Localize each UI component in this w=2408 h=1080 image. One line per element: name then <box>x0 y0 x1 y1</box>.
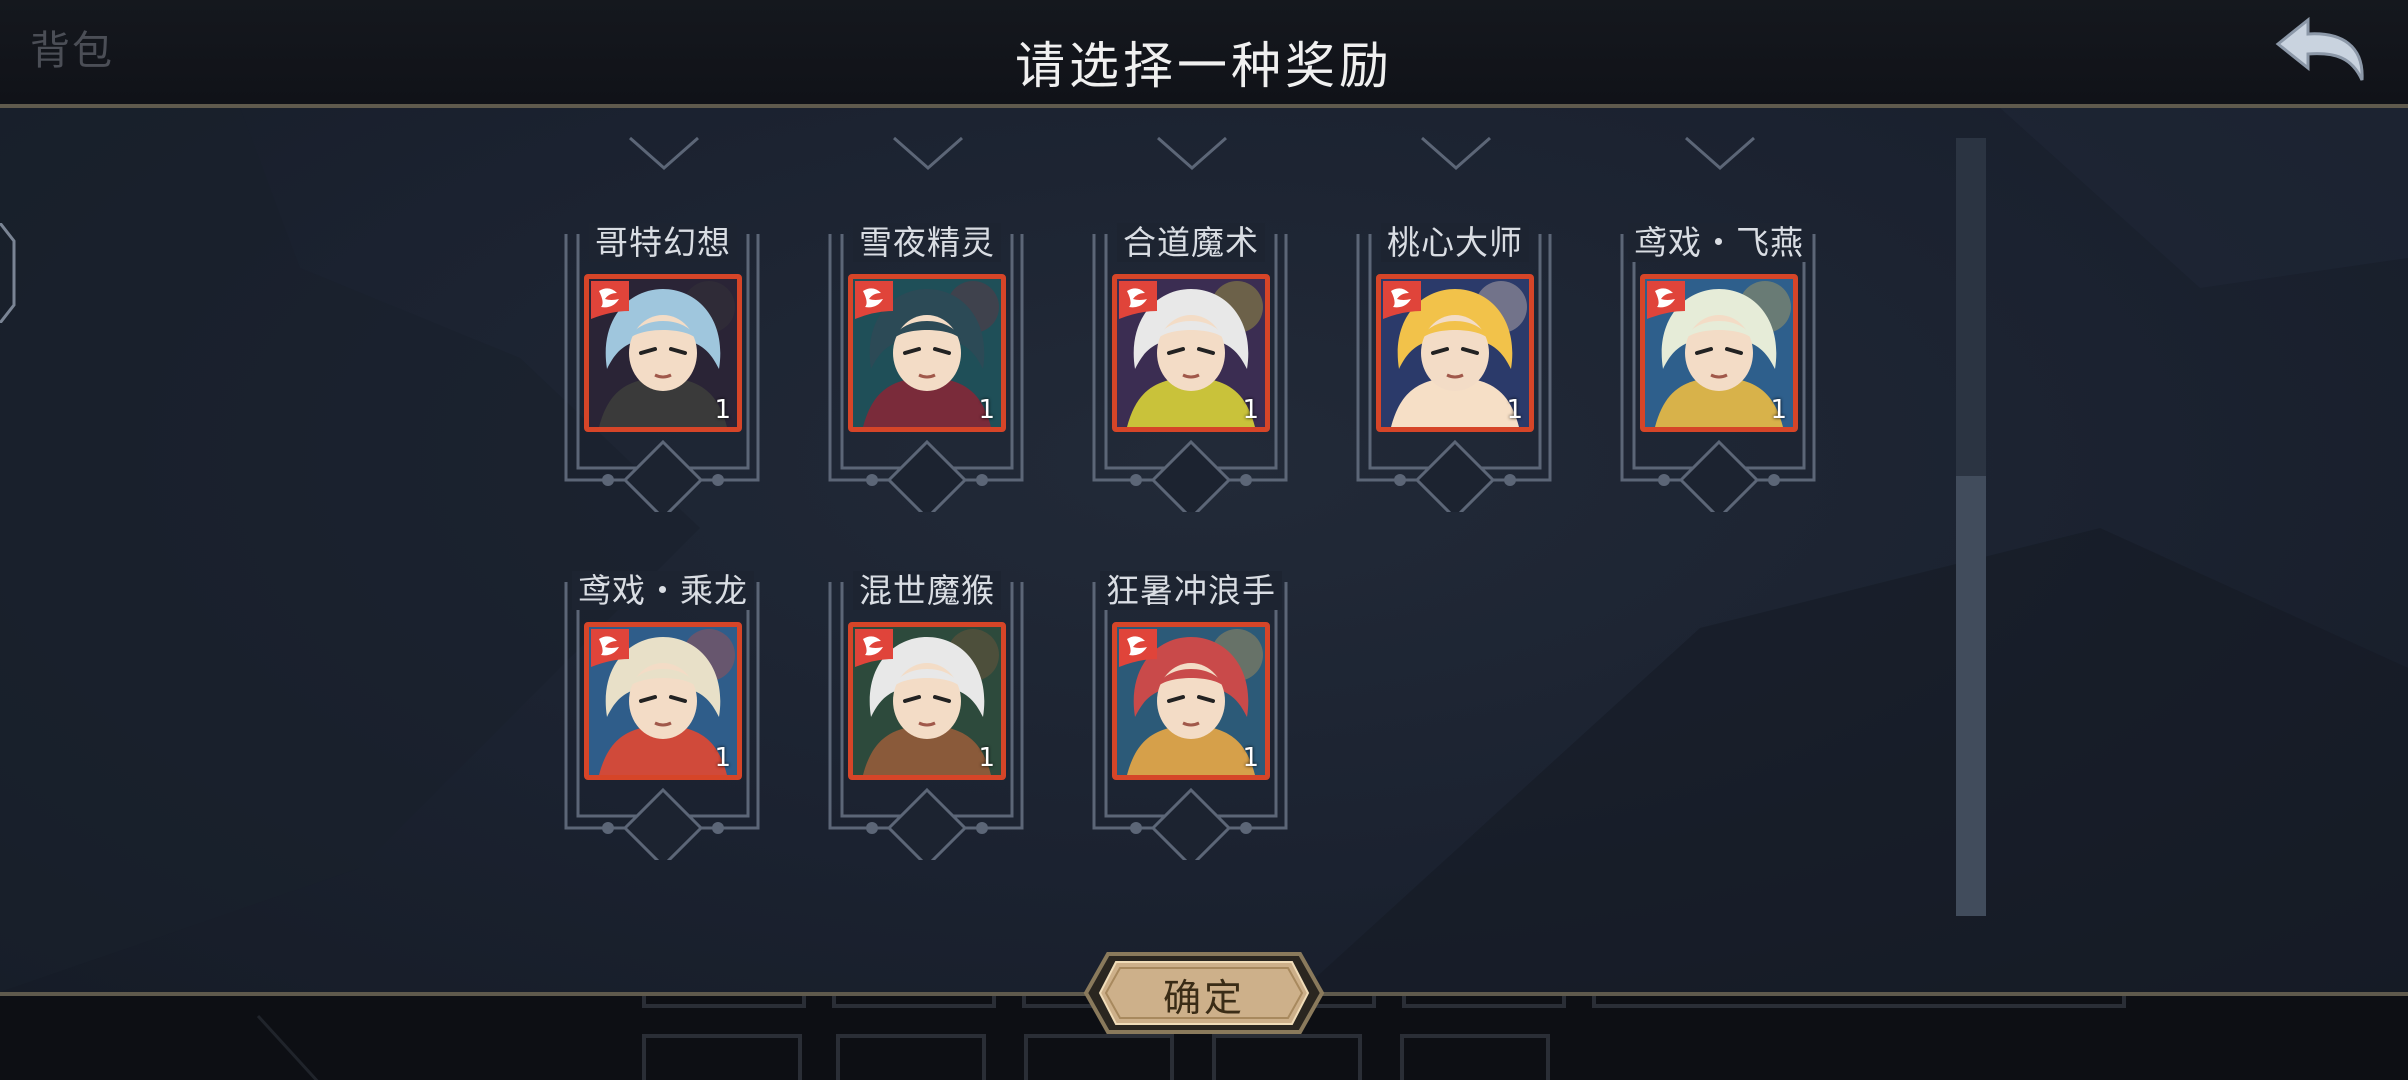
hero-portrait[interactable]: 1 <box>1376 274 1534 432</box>
hero-type-badge-icon <box>1119 281 1157 319</box>
scrollbar-thumb[interactable] <box>1956 476 1986 916</box>
item-count: 1 <box>978 743 995 773</box>
reward-slot[interactable]: 雪夜精灵 1 <box>822 222 1032 512</box>
reward-name: 桃心大师 <box>1350 216 1560 264</box>
reward-name-text: 鸢戏・飞燕 <box>1628 223 1810 262</box>
reward-name-text: 桃心大师 <box>1381 223 1529 262</box>
reward-slot[interactable]: 桃心大师 1 <box>1350 222 1560 512</box>
item-count: 1 <box>1242 743 1259 773</box>
reward-name: 混世魔猴 <box>822 564 1032 612</box>
reward-name-text: 鸢戏・乘龙 <box>572 571 754 610</box>
confirm-button[interactable]: 确定 <box>1082 950 1326 1036</box>
hero-type-badge-icon <box>855 629 893 667</box>
back-arrow-icon <box>2275 16 2364 81</box>
reward-name-text: 哥特幻想 <box>589 223 737 262</box>
reward-name: 合道魔术 <box>1086 216 1296 264</box>
reward-name: 雪夜精灵 <box>822 216 1032 264</box>
reward-name: 鸢戏・飞燕 <box>1614 216 1824 264</box>
side-tab-handle[interactable] <box>0 223 18 323</box>
reward-name-text: 雪夜精灵 <box>853 223 1001 262</box>
item-count: 1 <box>1242 395 1259 425</box>
item-count: 1 <box>1506 395 1523 425</box>
reward-slot[interactable]: 合道魔术 1 <box>1086 222 1296 512</box>
item-count: 1 <box>714 395 731 425</box>
hero-type-badge-icon <box>591 629 629 667</box>
reward-select-screen: 背包 请选择一种奖励 哥特幻想 1 雪夜精灵 1 合道魔术 1 桃心大师 1 鸢… <box>0 0 2408 1080</box>
scrollbar-track[interactable] <box>1956 138 1986 916</box>
item-count: 1 <box>714 743 731 773</box>
page-title: 请选择一种奖励 <box>1015 37 1393 95</box>
reward-slot[interactable]: 混世魔猴 1 <box>822 570 1032 860</box>
reward-slot[interactable]: 哥特幻想 1 <box>558 222 768 512</box>
hero-portrait[interactable]: 1 <box>848 622 1006 780</box>
hero-portrait[interactable]: 1 <box>584 622 742 780</box>
hero-type-badge-icon <box>855 281 893 319</box>
hero-type-badge-icon <box>591 281 629 319</box>
hero-type-badge-icon <box>1383 281 1421 319</box>
back-button[interactable] <box>2272 14 2372 86</box>
reward-name-text: 狂暑冲浪手 <box>1100 571 1282 610</box>
hero-type-badge-icon <box>1119 629 1157 667</box>
reward-name: 狂暑冲浪手 <box>1086 564 1296 612</box>
reward-name: 鸢戏・乘龙 <box>558 564 768 612</box>
confirm-button-label: 确定 <box>1162 976 1245 1020</box>
reward-slot[interactable]: 鸢戏・乘龙 1 <box>558 570 768 860</box>
hero-portrait[interactable]: 1 <box>1640 274 1798 432</box>
item-count: 1 <box>978 395 995 425</box>
reward-name-text: 合道魔术 <box>1117 223 1265 262</box>
hero-type-badge-icon <box>1647 281 1685 319</box>
top-bar: 背包 请选择一种奖励 <box>0 0 2408 108</box>
reward-slot[interactable]: 鸢戏・飞燕 1 <box>1614 222 1824 512</box>
reward-name-text: 混世魔猴 <box>853 571 1001 610</box>
reward-name: 哥特幻想 <box>558 216 768 264</box>
hero-portrait[interactable]: 1 <box>584 274 742 432</box>
hero-portrait[interactable]: 1 <box>1112 274 1270 432</box>
item-count: 1 <box>1770 395 1787 425</box>
hero-portrait[interactable]: 1 <box>1112 622 1270 780</box>
reward-slot[interactable]: 狂暑冲浪手 1 <box>1086 570 1296 860</box>
hero-portrait[interactable]: 1 <box>848 274 1006 432</box>
